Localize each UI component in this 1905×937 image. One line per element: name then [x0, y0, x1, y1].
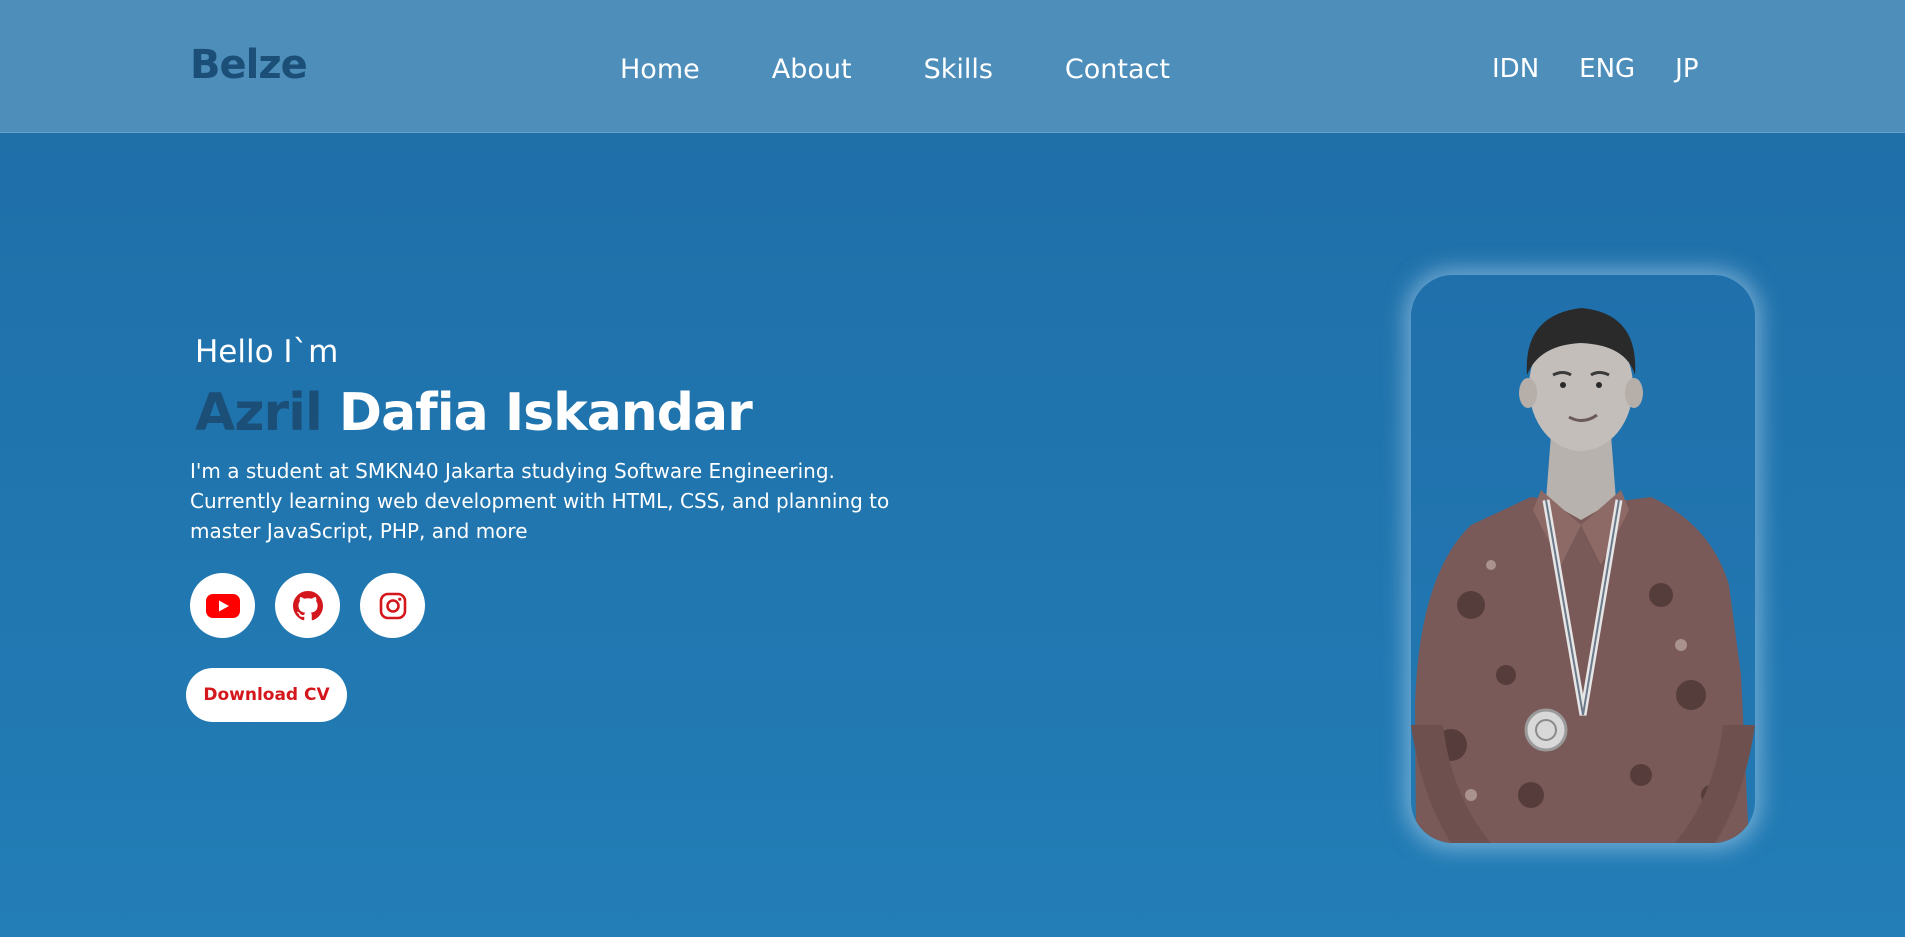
name-first: Azril — [195, 383, 323, 443]
youtube-icon — [205, 593, 240, 618]
lang-jp[interactable]: JP — [1675, 54, 1698, 84]
hero-intro: Hello I`m Azril Dafia Iskandar I'm a stu… — [190, 330, 910, 546]
bio-line: master JavaScript, PHP, and more — [190, 519, 528, 543]
lang-eng[interactable]: ENG — [1579, 54, 1635, 84]
brand-logo[interactable]: Belze — [190, 42, 308, 88]
hero-name: Azril Dafia Iskandar — [195, 382, 910, 444]
github-icon — [292, 590, 323, 620]
profile-photo — [1411, 308, 1755, 843]
instagram-icon — [379, 592, 406, 619]
navbar: Belze Home About Skills Contact IDN ENG … — [0, 0, 1905, 133]
social-links — [190, 573, 445, 638]
language-switcher: IDN ENG JP — [1492, 54, 1739, 84]
bio-line: Currently learning web development with … — [190, 489, 890, 513]
name-rest: Dafia Iskandar — [338, 383, 753, 443]
nav-about[interactable]: About — [772, 54, 852, 85]
nav-contact[interactable]: Contact — [1065, 54, 1170, 85]
greeting-text: Hello I`m — [195, 334, 339, 370]
profile-photo-card — [1411, 275, 1755, 843]
nav-links: Home About Skills Contact — [620, 54, 1242, 85]
instagram-button[interactable] — [360, 573, 425, 638]
nav-skills[interactable]: Skills — [924, 54, 993, 85]
github-button[interactable] — [275, 573, 340, 638]
lang-idn[interactable]: IDN — [1492, 54, 1539, 84]
nav-home[interactable]: Home — [620, 54, 700, 85]
download-cv-button[interactable]: Download CV — [186, 668, 347, 722]
bio-line: I'm a student at SMKN40 Jakarta studying… — [190, 459, 835, 483]
youtube-button[interactable] — [190, 573, 255, 638]
bio: I'm a student at SMKN40 Jakarta studying… — [190, 456, 910, 546]
